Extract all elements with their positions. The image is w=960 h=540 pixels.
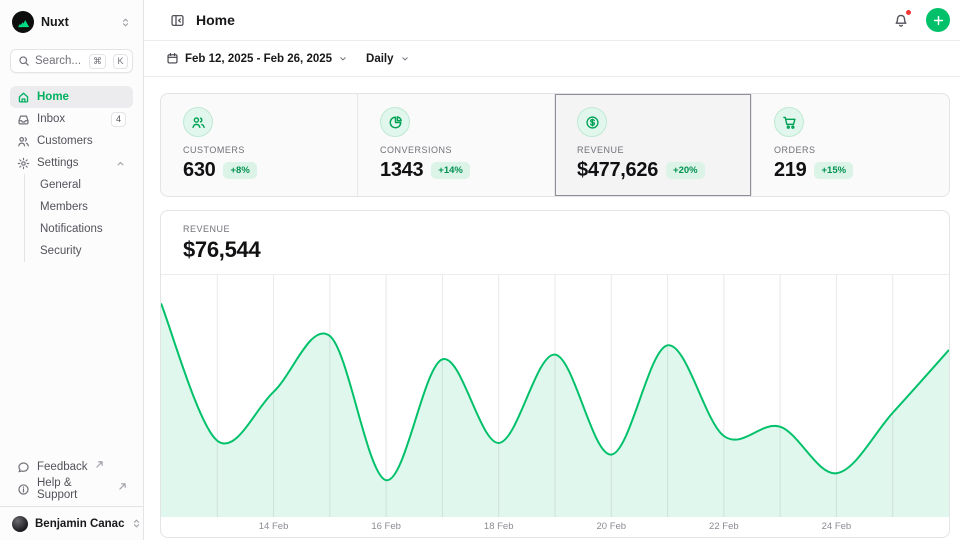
chart-current-value: $76,544 bbox=[183, 237, 927, 263]
gear-icon bbox=[17, 157, 30, 170]
sidebar-item-label: General bbox=[40, 179, 126, 191]
panel-left-close-icon bbox=[170, 13, 185, 28]
cart-icon bbox=[774, 107, 804, 137]
x-tick-label: 18 Feb bbox=[484, 521, 514, 532]
info-circle-icon bbox=[17, 483, 30, 496]
users-icon bbox=[17, 135, 30, 148]
sidebar-item-inbox[interactable]: Inbox 4 bbox=[10, 108, 133, 130]
pie-chart-icon bbox=[380, 107, 410, 137]
nuxt-logo-icon bbox=[12, 11, 34, 33]
sidebar-item-settings[interactable]: Settings bbox=[10, 152, 133, 174]
x-tick-label: 16 Feb bbox=[371, 521, 401, 532]
inbox-icon bbox=[17, 113, 30, 126]
x-axis: 14 Feb 16 Feb 18 Feb 20 Feb 22 Feb 24 Feb bbox=[161, 517, 949, 537]
stats-row: CUSTOMERS 630 +8% CONVERSIONS 1343 +14% bbox=[160, 93, 950, 197]
stat-value: 1343 bbox=[380, 159, 423, 182]
chevron-down-icon bbox=[338, 54, 348, 64]
sidebar-item-label: Security bbox=[40, 245, 126, 257]
search-icon bbox=[18, 55, 30, 67]
x-tick-label: 20 Feb bbox=[596, 521, 626, 532]
page-title: Home bbox=[196, 12, 882, 28]
kbd-k: K bbox=[113, 54, 128, 69]
collapse-sidebar-button[interactable] bbox=[168, 11, 187, 30]
x-tick-label: 14 Feb bbox=[259, 521, 289, 532]
stat-value: 219 bbox=[774, 159, 806, 182]
stat-card-orders[interactable]: ORDERS 219 +15% bbox=[752, 94, 949, 196]
settings-subnav: General Members Notifications Security bbox=[24, 174, 133, 262]
search-input[interactable] bbox=[35, 55, 84, 67]
add-button[interactable] bbox=[926, 8, 950, 32]
sidebar-item-customers[interactable]: Customers bbox=[10, 130, 133, 152]
sidebar-item-members[interactable]: Members bbox=[38, 196, 133, 218]
dashboard-content: CUSTOMERS 630 +8% CONVERSIONS 1343 +14% bbox=[144, 77, 960, 540]
sidebar-item-label: Home bbox=[37, 91, 126, 103]
footer-link-label: Feedback bbox=[37, 461, 88, 473]
inbox-count-badge: 4 bbox=[111, 112, 126, 127]
stat-card-customers[interactable]: CUSTOMERS 630 +8% bbox=[161, 94, 358, 196]
sidebar-item-home[interactable]: Home bbox=[10, 86, 133, 108]
filter-toolbar: Feb 12, 2025 - Feb 26, 2025 Daily bbox=[144, 41, 960, 77]
home-icon bbox=[17, 91, 30, 104]
circle-dollar-icon bbox=[577, 107, 607, 137]
stat-delta-badge: +15% bbox=[814, 162, 853, 179]
feedback-link[interactable]: Feedback bbox=[10, 456, 133, 478]
chart-title: REVENUE bbox=[183, 224, 927, 234]
chevrons-up-down-icon bbox=[131, 518, 142, 529]
help-support-link[interactable]: Help & Support bbox=[10, 478, 133, 500]
stat-label: CONVERSIONS bbox=[380, 145, 452, 155]
user-menu[interactable]: Benjamin Canac bbox=[0, 506, 143, 540]
calendar-icon bbox=[166, 52, 179, 65]
sidebar-item-notifications[interactable]: Notifications bbox=[38, 218, 133, 240]
date-range-picker[interactable]: Feb 12, 2025 - Feb 26, 2025 bbox=[166, 52, 348, 65]
sidebar: Nuxt ⌘ K Home Inbox 4 bbox=[0, 0, 144, 540]
revenue-chart-card: REVENUE $76,544 14 Feb 16 Feb 18 Feb 20 Feb… bbox=[160, 210, 950, 538]
stat-value: $477,626 bbox=[577, 159, 658, 182]
sidebar-item-general[interactable]: General bbox=[38, 174, 133, 196]
revenue-area-chart[interactable] bbox=[161, 275, 949, 517]
stat-delta-badge: +20% bbox=[666, 162, 705, 179]
sidebar-item-label: Inbox bbox=[37, 113, 104, 125]
kbd-cmd: ⌘ bbox=[89, 54, 106, 69]
chat-bubble-icon bbox=[17, 461, 30, 474]
sidebar-item-security[interactable]: Security bbox=[38, 240, 133, 262]
stat-delta-badge: +14% bbox=[431, 162, 470, 179]
notification-dot bbox=[905, 9, 912, 16]
x-tick-label: 24 Feb bbox=[822, 521, 852, 532]
users-icon bbox=[183, 107, 213, 137]
workspace-name: Nuxt bbox=[41, 15, 113, 29]
stat-card-conversions[interactable]: CONVERSIONS 1343 +14% bbox=[358, 94, 555, 196]
chart-header: REVENUE $76,544 bbox=[161, 211, 949, 275]
sidebar-footer: Feedback Help & Support bbox=[10, 456, 133, 506]
x-tick-label: 22 Feb bbox=[709, 521, 739, 532]
interval-select[interactable]: Daily bbox=[366, 53, 410, 65]
sidebar-item-label: Settings bbox=[37, 157, 108, 169]
user-name: Benjamin Canac bbox=[35, 518, 124, 530]
sidebar-item-label: Customers bbox=[37, 135, 126, 147]
plus-icon bbox=[932, 14, 945, 27]
main-area: Home Feb 12, 2025 - Feb 26, 2025 Daily bbox=[144, 0, 960, 540]
stat-label: REVENUE bbox=[577, 145, 624, 155]
sidebar-item-label: Members bbox=[40, 201, 126, 213]
stat-value: 630 bbox=[183, 159, 215, 182]
workspace-switcher[interactable]: Nuxt bbox=[10, 8, 133, 36]
external-link-icon bbox=[119, 483, 126, 490]
chevron-up-icon bbox=[115, 158, 126, 169]
stat-delta-badge: +8% bbox=[223, 162, 256, 179]
interval-label: Daily bbox=[366, 53, 394, 65]
external-link-icon bbox=[96, 461, 103, 468]
footer-link-label: Help & Support bbox=[37, 477, 111, 501]
stat-label: CUSTOMERS bbox=[183, 145, 245, 155]
chevrons-up-down-icon bbox=[120, 17, 131, 28]
page-header: Home bbox=[144, 0, 960, 41]
revenue-chart-svg bbox=[161, 275, 949, 517]
chevron-down-icon bbox=[400, 54, 410, 64]
search-box[interactable]: ⌘ K bbox=[10, 49, 133, 73]
stat-label: ORDERS bbox=[774, 145, 816, 155]
date-range-label: Feb 12, 2025 - Feb 26, 2025 bbox=[185, 53, 332, 65]
sidebar-nav: Home Inbox 4 Customers Settings Genera bbox=[10, 86, 133, 262]
sidebar-item-label: Notifications bbox=[40, 223, 126, 235]
notifications-button[interactable] bbox=[891, 10, 911, 30]
stat-card-revenue[interactable]: REVENUE $477,626 +20% bbox=[555, 94, 752, 196]
user-avatar bbox=[12, 516, 28, 532]
